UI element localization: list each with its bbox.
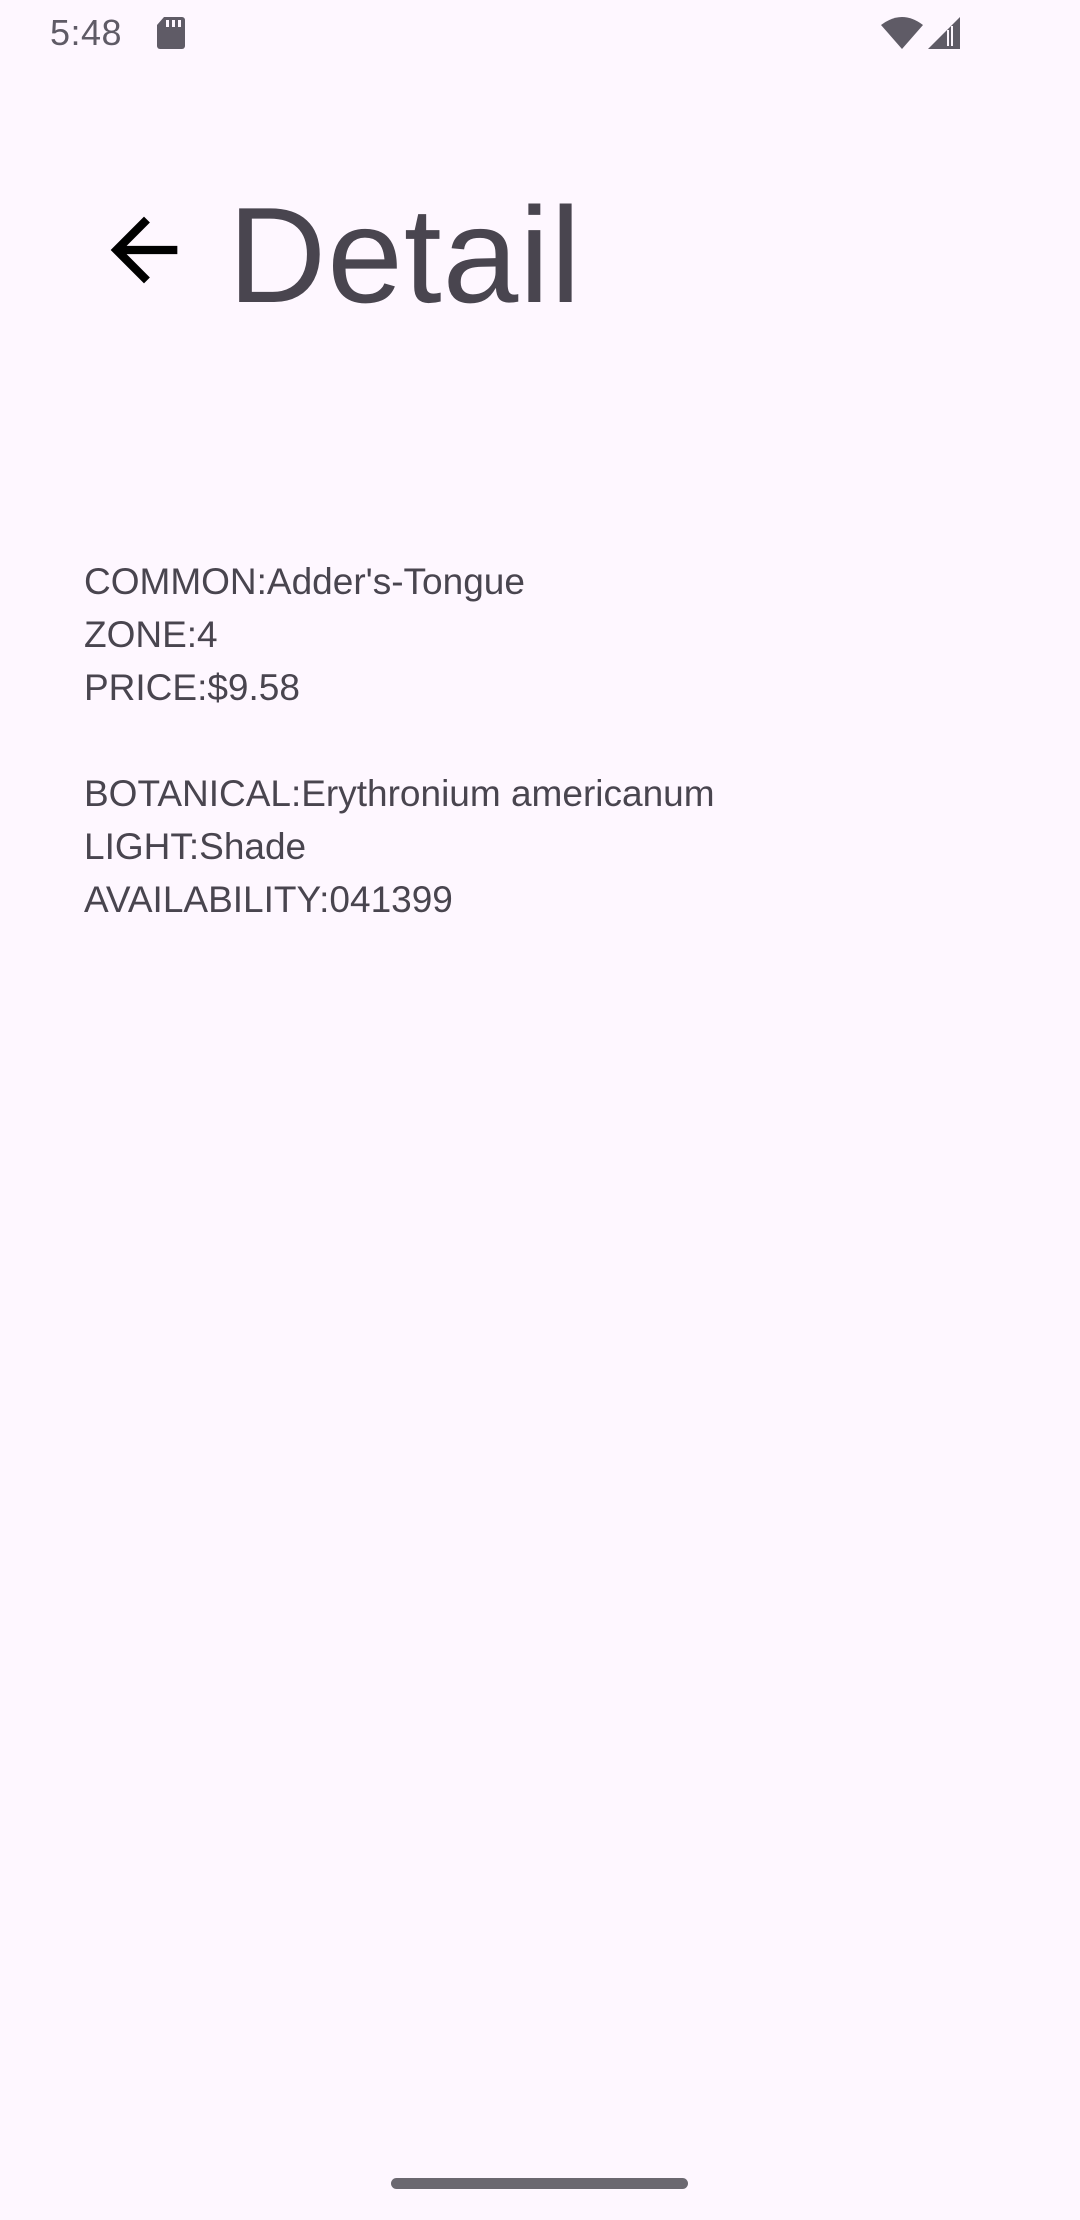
botanical-name: BOTANICAL:Erythronium americanum bbox=[84, 773, 715, 814]
plant-details: COMMON:Adder's-Tongue ZONE:4 PRICE:$9.58… bbox=[84, 555, 1004, 926]
top-app-bar: Detail bbox=[0, 150, 1080, 360]
status-time: 5:48 bbox=[50, 12, 123, 53]
back-button[interactable] bbox=[72, 178, 216, 322]
home-gesture-bar[interactable] bbox=[391, 2178, 688, 2189]
price: PRICE:$9.58 bbox=[84, 667, 300, 708]
common-name: COMMON:Adder's-Tongue bbox=[84, 561, 525, 602]
zone: ZONE:4 bbox=[84, 614, 218, 655]
cell-signal-icon bbox=[928, 17, 960, 49]
sd-card-icon bbox=[157, 17, 185, 49]
light: LIGHT:Shade bbox=[84, 826, 307, 867]
availability: AVAILABILITY:041399 bbox=[84, 879, 453, 920]
arrow-back-icon bbox=[110, 216, 178, 284]
page-title: Detail bbox=[228, 179, 582, 331]
wifi-icon bbox=[881, 17, 923, 49]
status-bar: 5:48 bbox=[0, 0, 1080, 66]
